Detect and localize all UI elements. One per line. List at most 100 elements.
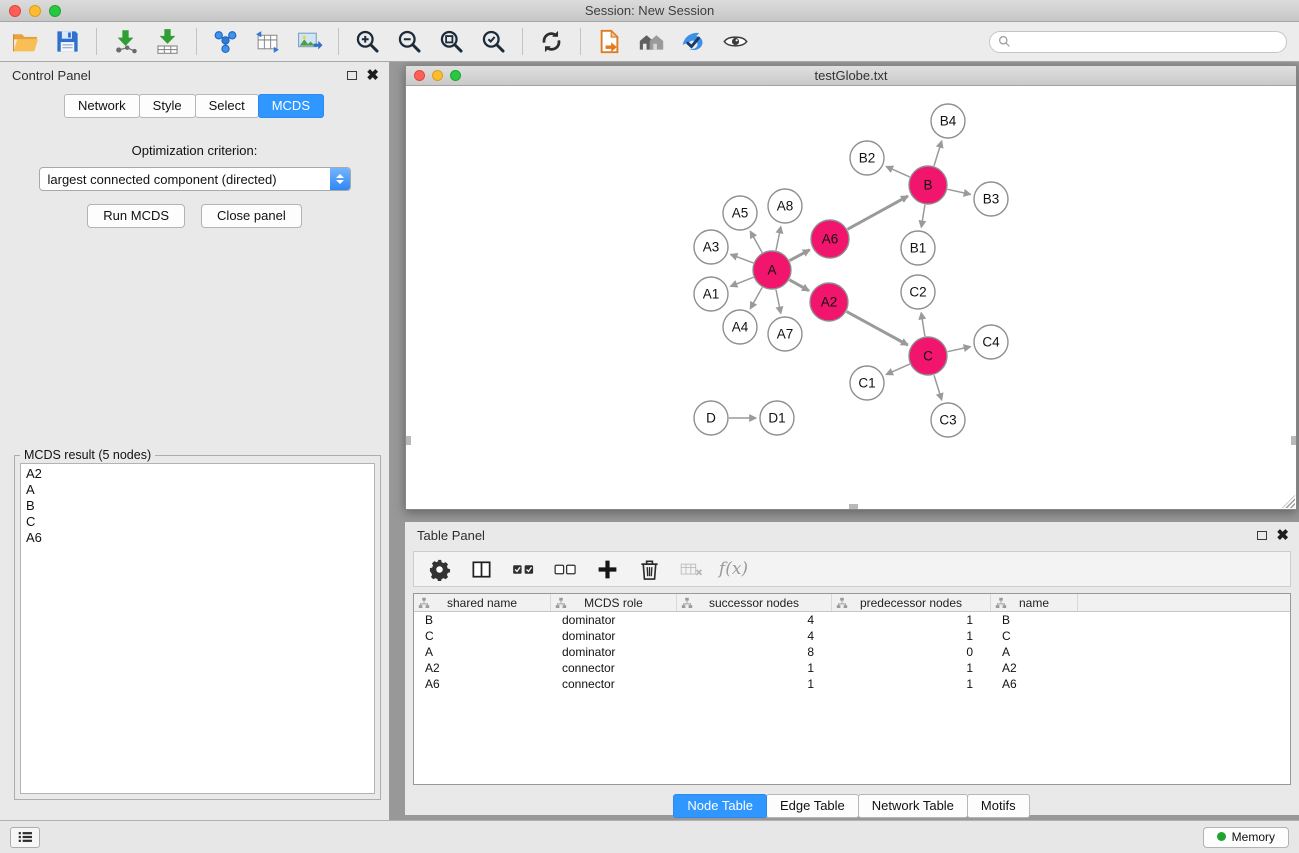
edge-A-A3[interactable] xyxy=(731,254,754,263)
table-tab-node-table[interactable]: Node Table xyxy=(673,794,767,818)
export-image-icon[interactable] xyxy=(296,28,323,55)
node-A[interactable]: A xyxy=(753,251,791,289)
node-A6[interactable]: A6 xyxy=(811,220,849,258)
status-list-button[interactable] xyxy=(10,827,40,848)
edge-B-B2[interactable] xyxy=(886,167,910,177)
node-B1[interactable]: B1 xyxy=(901,231,935,265)
column-header-MCDS-role[interactable]: MCDS role xyxy=(551,594,677,611)
node-C4[interactable]: C4 xyxy=(974,325,1008,359)
unselect-all-icon[interactable] xyxy=(554,558,577,581)
edge-A2-C[interactable] xyxy=(847,312,908,345)
apply-check-icon[interactable] xyxy=(680,28,707,55)
close-table-panel-icon[interactable]: ✖ xyxy=(1276,531,1289,541)
edge-B-B1[interactable] xyxy=(921,205,925,228)
edge-A6-B[interactable] xyxy=(848,196,908,229)
column-header-name[interactable]: name xyxy=(991,594,1078,611)
table-tab-edge-table[interactable]: Edge Table xyxy=(766,794,859,818)
node-B3[interactable]: B3 xyxy=(974,182,1008,216)
node-A7[interactable]: A7 xyxy=(768,317,802,351)
edge-A-A6[interactable] xyxy=(790,250,810,261)
scroll-stub-left[interactable] xyxy=(406,436,411,445)
edge-A-A8[interactable] xyxy=(776,227,781,251)
node-C3[interactable]: C3 xyxy=(931,403,965,437)
edge-B-B4[interactable] xyxy=(934,141,942,166)
eye-icon[interactable] xyxy=(722,28,749,55)
close-panel-icon[interactable]: ✖ xyxy=(366,71,379,81)
new-network-icon[interactable] xyxy=(212,28,239,55)
edge-A-A5[interactable] xyxy=(750,231,762,252)
table-tab-motifs[interactable]: Motifs xyxy=(967,794,1030,818)
table-tab-network-table[interactable]: Network Table xyxy=(858,794,968,818)
column-header-shared-name[interactable]: shared name xyxy=(414,594,551,611)
edge-A-A4[interactable] xyxy=(750,287,762,308)
network-table-icon[interactable] xyxy=(254,28,281,55)
edge-A-A2[interactable] xyxy=(789,280,809,291)
table-row[interactable]: Bdominator41B xyxy=(414,612,1290,628)
tab-mcds[interactable]: MCDS xyxy=(258,94,324,118)
mcds-result-item[interactable]: C xyxy=(26,514,369,530)
scroll-stub-right[interactable] xyxy=(1291,436,1296,445)
node-A5[interactable]: A5 xyxy=(723,196,757,230)
node-A3[interactable]: A3 xyxy=(694,230,728,264)
float-table-panel-icon[interactable] xyxy=(1257,531,1267,540)
edge-C-C1[interactable] xyxy=(886,364,910,374)
zoom-selected-icon[interactable] xyxy=(480,28,507,55)
tab-select[interactable]: Select xyxy=(195,94,259,118)
scroll-stub-bottom[interactable] xyxy=(849,504,858,509)
float-panel-icon[interactable] xyxy=(347,71,357,80)
column-header-predecessor-nodes[interactable]: predecessor nodes xyxy=(832,594,991,611)
node-A8[interactable]: A8 xyxy=(768,189,802,223)
open-folder-icon[interactable] xyxy=(12,28,39,55)
node-C2[interactable]: C2 xyxy=(901,275,935,309)
node-C[interactable]: C xyxy=(909,337,947,375)
mcds-result-item[interactable]: B xyxy=(26,498,369,514)
node-A1[interactable]: A1 xyxy=(694,277,728,311)
table-row[interactable]: A6connector11A6 xyxy=(414,676,1290,692)
edge-B-B3[interactable] xyxy=(948,189,971,194)
refresh-icon[interactable] xyxy=(538,28,565,55)
table-row[interactable]: Cdominator41C xyxy=(414,628,1290,644)
tab-network[interactable]: Network xyxy=(64,94,140,118)
dropdown-stepper-icon[interactable] xyxy=(330,168,350,190)
node-D[interactable]: D xyxy=(694,401,728,435)
search-box[interactable] xyxy=(989,31,1287,53)
open-document-icon[interactable] xyxy=(596,28,623,55)
network-graph[interactable]: B4B2BB3A5A8A6B1A3AC2A1A2A4A7C4CC1C3DD1 xyxy=(406,86,1296,509)
gear-icon[interactable] xyxy=(428,558,451,581)
fx-icon[interactable]: f(x) xyxy=(722,558,745,581)
mcds-result-item[interactable]: A xyxy=(26,482,369,498)
edge-A-A7[interactable] xyxy=(776,290,781,314)
close-panel-button[interactable]: Close panel xyxy=(201,204,302,228)
memory-button[interactable]: Memory xyxy=(1203,827,1289,848)
optimization-criterion-dropdown[interactable]: largest connected component (directed) xyxy=(39,167,351,191)
mcds-result-list[interactable]: A2ABCA6 xyxy=(20,463,375,794)
select-all-icon[interactable] xyxy=(512,558,535,581)
node-B2[interactable]: B2 xyxy=(850,141,884,175)
node-A4[interactable]: A4 xyxy=(723,310,757,344)
save-icon[interactable] xyxy=(54,28,81,55)
column-header-successor-nodes[interactable]: successor nodes xyxy=(677,594,832,611)
home-overview-icon[interactable] xyxy=(638,28,665,55)
node-A2[interactable]: A2 xyxy=(810,283,848,321)
mcds-result-item[interactable]: A6 xyxy=(26,530,369,546)
table-row[interactable]: A2connector11A2 xyxy=(414,660,1290,676)
mcds-result-item[interactable]: A2 xyxy=(26,466,369,482)
node-B[interactable]: B xyxy=(909,166,947,204)
import-table-icon[interactable] xyxy=(154,28,181,55)
zoom-out-icon[interactable] xyxy=(396,28,423,55)
zoom-fit-icon[interactable] xyxy=(438,28,465,55)
table-row[interactable]: Adominator80A xyxy=(414,644,1290,660)
delete-table-icon[interactable] xyxy=(680,558,703,581)
node-B4[interactable]: B4 xyxy=(931,104,965,138)
add-icon[interactable] xyxy=(596,558,619,581)
node-C1[interactable]: C1 xyxy=(850,366,884,400)
tab-style[interactable]: Style xyxy=(139,94,196,118)
network-canvas[interactable]: B4B2BB3A5A8A6B1A3AC2A1A2A4A7C4CC1C3DD1 xyxy=(406,86,1296,509)
run-mcds-button[interactable]: Run MCDS xyxy=(87,204,185,228)
edge-A-A1[interactable] xyxy=(731,277,754,286)
zoom-in-icon[interactable] xyxy=(354,28,381,55)
import-network-icon[interactable] xyxy=(112,28,139,55)
edge-C-C2[interactable] xyxy=(921,313,925,337)
edge-C-C3[interactable] xyxy=(934,375,942,400)
search-input[interactable] xyxy=(1016,35,1278,49)
